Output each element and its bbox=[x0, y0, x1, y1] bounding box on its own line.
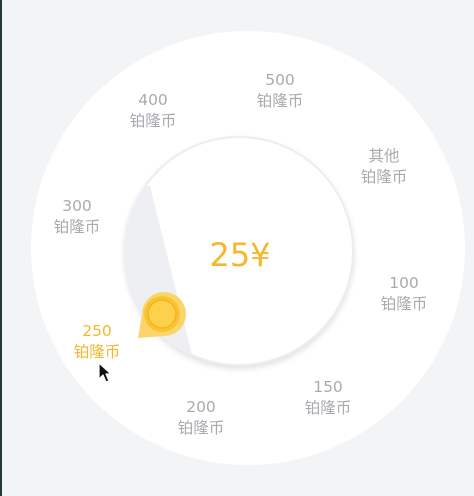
option-300[interactable]: 300 铂隆币 bbox=[32, 196, 122, 238]
option-unit: 铂隆币 bbox=[380, 295, 428, 313]
option-250[interactable]: 250 铂隆币 bbox=[52, 321, 142, 363]
option-unit: 铂隆币 bbox=[129, 112, 177, 130]
option-value: 250 bbox=[82, 322, 112, 340]
window-edge bbox=[0, 0, 2, 496]
dial-pointer-knob-icon[interactable] bbox=[136, 290, 188, 342]
option-value: 其他 bbox=[368, 147, 400, 165]
option-value: 400 bbox=[138, 91, 168, 109]
mouse-cursor-icon bbox=[98, 362, 112, 383]
option-200[interactable]: 200 铂隆币 bbox=[156, 397, 246, 439]
option-value: 500 bbox=[265, 71, 295, 89]
option-value: 150 bbox=[313, 378, 343, 396]
option-500[interactable]: 500 铂隆币 bbox=[235, 70, 325, 112]
option-value: 300 bbox=[62, 197, 92, 215]
amount-display: 25¥ bbox=[209, 236, 271, 274]
option-value: 200 bbox=[186, 398, 216, 416]
option-150[interactable]: 150 铂隆币 bbox=[283, 377, 373, 419]
option-unit: 铂隆币 bbox=[304, 399, 352, 417]
option-400[interactable]: 400 铂隆币 bbox=[108, 90, 198, 132]
option-unit: 铂隆币 bbox=[256, 92, 304, 110]
option-other[interactable]: 其他 铂隆币 bbox=[339, 146, 429, 188]
option-value: 100 bbox=[389, 274, 419, 292]
option-unit: 铂隆币 bbox=[53, 218, 101, 236]
option-unit: 铂隆币 bbox=[360, 168, 408, 186]
option-100[interactable]: 100 铂隆币 bbox=[359, 273, 449, 315]
option-unit: 铂隆币 bbox=[73, 343, 121, 361]
option-unit: 铂隆币 bbox=[177, 419, 225, 437]
